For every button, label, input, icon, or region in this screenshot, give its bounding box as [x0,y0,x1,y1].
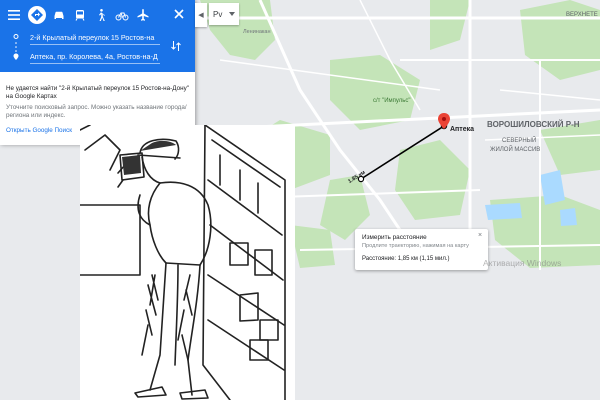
swap-icon[interactable] [170,40,182,52]
map-label-pharmacy[interactable]: Аптека [450,126,474,133]
close-icon[interactable] [172,7,186,21]
hint-text: Уточните поисковый запрос. Можно указать… [6,104,187,119]
search-error-message: Не удается найти "2-й Крылатый переулок … [6,85,191,120]
sketch-illustration [80,125,295,400]
screenshot: Аптека ВОРОШИЛОВСКИЙ Р-Н СЕВЕРНЫЙ ЖИЛОЙ … [0,0,600,400]
map-label-massif-2: ЖИЛОЙ МАССИВ [490,145,540,153]
language-value: Рv [213,9,223,19]
route-to-input[interactable]: Аптека, пр. Королева, 4а, Ростов-на-Д [30,50,160,64]
car-icon[interactable] [50,6,68,24]
measure-distance-value: Расстояние: 1,85 км (1,15 мил.) [362,256,450,262]
map-label-leninakan: Ленинакан [243,29,271,35]
bike-icon[interactable] [113,6,131,24]
measure-distance-card: Измерить расстояние Продлите траекторию,… [355,229,488,270]
map-label-massif-1: СЕВЕРНЫЙ [502,136,536,144]
transit-icon[interactable] [71,6,89,24]
error-text: Не удается найти "2-й Крылатый переулок … [6,85,189,100]
directions-icon[interactable] [28,6,46,24]
menu-icon[interactable] [6,7,22,23]
route-dots-icon [13,34,19,60]
chevron-down-icon [229,12,235,16]
open-google-search-link[interactable]: Открыть Google Поиск [6,127,72,134]
measure-hint: Продлите траекторию, нажимая на карту [362,243,469,249]
directions-panel: 2-й Крылатый переулок 15 Ростов-на Аптек… [0,0,195,145]
language-select[interactable]: Рv [209,3,239,25]
chevron-left-icon: ◀ [198,12,204,19]
walk-icon[interactable] [92,6,110,24]
directions-header: 2-й Крылатый переулок 15 Ростов-на Аптек… [0,0,195,72]
measure-title: Измерить расстояние [362,234,427,241]
close-icon[interactable]: × [478,232,486,240]
map-label-district: ВОРОШИЛОВСКИЙ Р-Н [487,120,580,129]
map-label-park: с/т "Импульс" [373,98,411,104]
activation-watermark: Активация Windows [483,258,562,268]
map-label-top-right: ВЕРХНЕТЕ [566,12,598,18]
collapse-panel-button[interactable]: ◀ [195,3,207,27]
flight-icon[interactable] [134,6,152,24]
route-from-input[interactable]: 2-й Крылатый переулок 15 Ростов-на [30,31,160,45]
